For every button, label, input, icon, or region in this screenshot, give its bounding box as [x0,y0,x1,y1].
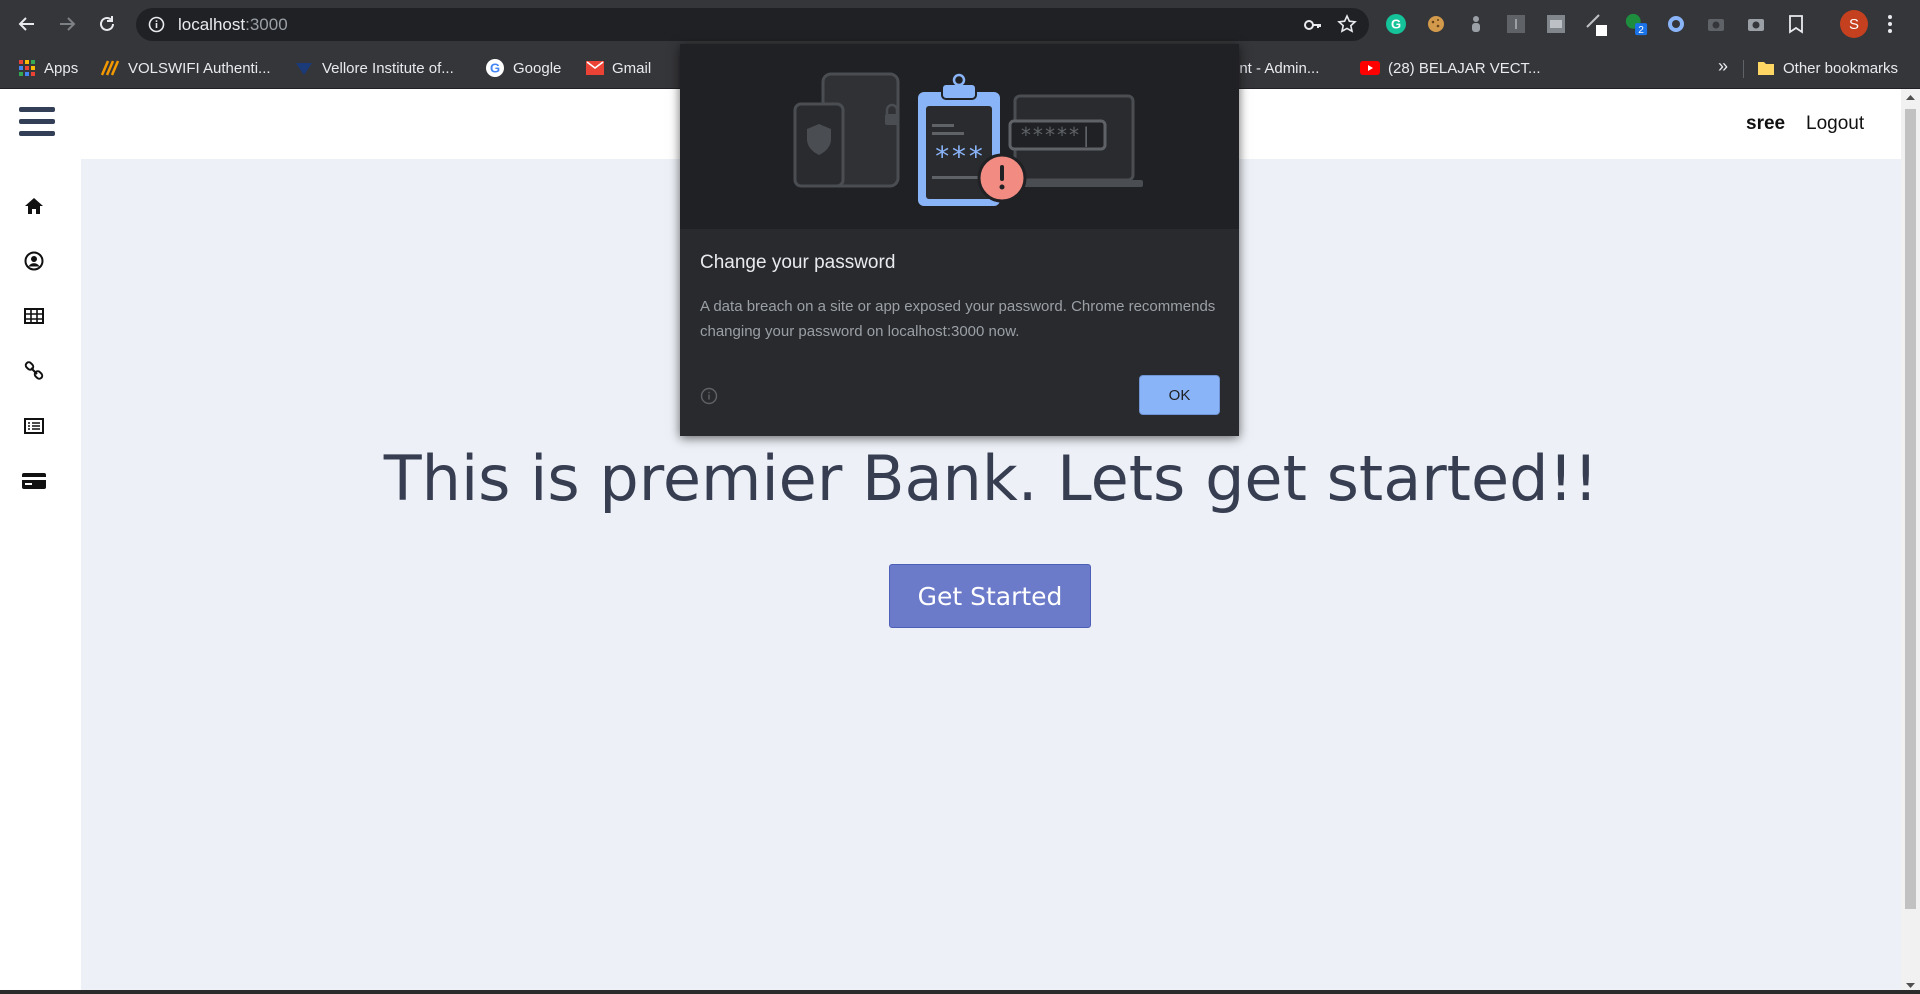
vit-icon [294,59,314,77]
bookmarks-overflow-button[interactable]: » [1718,56,1728,77]
password-breach-dialog: *****| *** Change your password A data b… [680,44,1239,436]
back-arrow-icon [18,17,34,31]
bottom-edge [0,990,1920,994]
url-host: localhost [178,15,246,34]
list-icon[interactable] [22,414,46,438]
table-icon[interactable] [22,304,46,328]
scroll-thumb[interactable] [1905,109,1916,909]
home-icon[interactable] [22,194,46,218]
url-text: localhost:3000 [178,15,288,35]
grammarly-icon[interactable]: G [1384,12,1408,36]
reload-button[interactable] [92,9,122,39]
extension-box-icon[interactable] [1504,12,1528,36]
bookmark-icon[interactable] [1784,12,1808,36]
svg-text:G: G [490,61,500,76]
user-circle-icon[interactable] [22,249,46,273]
bookmark-apps[interactable]: Apps [18,56,78,80]
gmail-icon [586,61,604,75]
bookmark-gmail[interactable]: Gmail [586,56,651,80]
screenshot-icon[interactable] [1744,12,1768,36]
folder-icon [1757,60,1775,76]
url-port: :3000 [245,15,288,34]
bookmark-label: VOLSWIFI Authenti... [128,59,271,77]
hero-heading: This is premier Bank. Lets get started!! [383,442,1599,515]
google-icon: G [485,58,505,78]
site-info-icon[interactable] [148,16,165,38]
extension-green-icon[interactable]: 2 [1624,12,1648,36]
dialog-message: A data breach on a site or app exposed y… [700,298,1216,340]
bookmarks-divider [1743,60,1744,78]
sidebar [0,159,81,994]
username-label: sree [1746,113,1786,134]
key-icon[interactable] [1303,15,1323,40]
pen-icon[interactable] [1584,12,1608,36]
ok-button[interactable]: OK [1139,375,1220,415]
info-icon[interactable] [700,387,718,410]
get-started-button[interactable]: Get Started [889,564,1091,628]
apps-grid-icon [18,59,36,77]
bookmark-label: int - Admin... [1236,59,1320,77]
back-button[interactable] [12,9,42,39]
page-scrollbar[interactable] [1901,89,1920,994]
forward-button[interactable] [52,9,82,39]
bookmark-admin[interactable]: int - Admin... [1236,56,1319,80]
bookmark-youtube[interactable]: (28) BELAJAR VECT... [1360,56,1541,80]
extension-badge: 2 [1638,25,1644,36]
address-bar[interactable]: localhost:3000 [136,8,1369,41]
bookmark-label: Other bookmarks [1783,59,1899,77]
bookmark-google[interactable]: G Google [485,56,561,80]
extension-figure-icon[interactable] [1464,12,1488,36]
camera-icon[interactable] [1704,12,1728,36]
forward-arrow-icon [60,17,76,31]
bookmark-other[interactable]: Other bookmarks [1757,56,1898,80]
bookmark-label: Vellore Institute of... [322,59,454,77]
bookmark-label: Google [513,59,562,77]
breach-illustration: *****| *** [680,44,1239,229]
password-field-glyphs: *****| [1020,123,1092,147]
bookmark-star-icon[interactable] [1337,14,1357,39]
extension-ring-icon[interactable] [1664,12,1688,36]
bookmark-label: Apps [44,59,79,77]
dialog-title: Change your password [700,252,896,273]
extension-card-icon[interactable] [1544,12,1568,36]
scroll-up-icon[interactable] [1901,91,1920,105]
profile-avatar[interactable]: S [1840,10,1868,38]
browser-toolbar: localhost:3000 G 2 S [0,0,1920,48]
bookmark-vit[interactable]: Vellore Institute of... [294,56,454,80]
reload-icon [100,16,114,31]
bookmark-label: (28) BELAJAR VECT... [1388,59,1541,77]
link-icon[interactable] [22,359,46,383]
clipboard-password-glyphs: *** [934,140,985,173]
bookmark-volswifi[interactable]: VOLSWIFI Authenti... [100,56,271,80]
svg-text:G: G [1391,17,1401,32]
credit-card-icon[interactable] [22,469,46,493]
cookie-icon[interactable] [1424,12,1448,36]
chrome-menu-icon[interactable] [1885,12,1895,36]
volswifi-icon [100,59,120,77]
logout-link[interactable]: Logout [1806,113,1864,135]
youtube-icon [1360,61,1380,75]
hamburger-menu-icon[interactable] [19,107,55,141]
bookmark-label: Gmail [612,59,652,77]
